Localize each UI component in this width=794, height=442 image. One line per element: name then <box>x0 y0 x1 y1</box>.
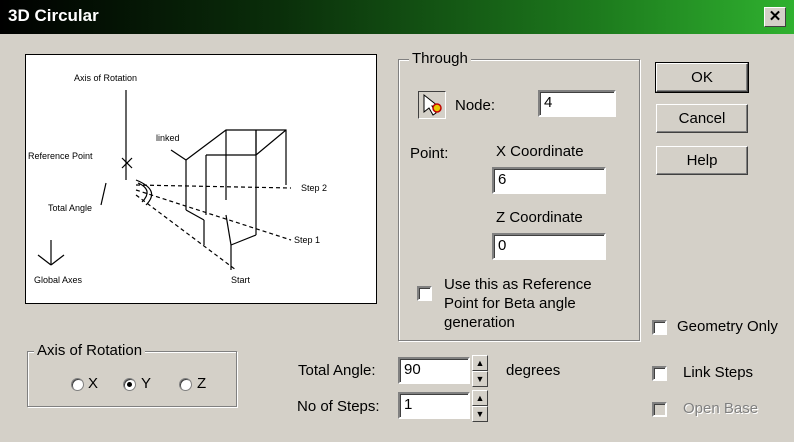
steps-spinner[interactable]: ▲ ▼ <box>472 390 488 422</box>
through-legend: Through <box>409 50 471 67</box>
diagram-label-axis: Axis of Rotation <box>74 73 138 83</box>
node-pick-icon[interactable] <box>418 91 446 119</box>
steps-input[interactable]: 1 <box>398 392 470 419</box>
axis-x-label: X <box>88 375 99 392</box>
diagram-label-step1: Step 1 <box>294 235 321 245</box>
link-steps-checkbox[interactable] <box>652 366 667 381</box>
rotation-diagram: Axis of Rotation linked Reference Point … <box>25 54 377 304</box>
diagram-label-global-axes: Global Axes <box>34 275 83 285</box>
x-coordinate-input[interactable]: 6 <box>492 167 606 194</box>
diagram-label-step2: Step 2 <box>301 183 328 193</box>
point-label: Point: <box>410 145 449 162</box>
total-angle-spinner[interactable]: ▲ ▼ <box>472 355 488 387</box>
cancel-button[interactable]: Cancel <box>656 104 748 133</box>
total-angle-input[interactable]: 90 <box>398 357 470 384</box>
node-label: Node: <box>455 97 496 114</box>
geometry-only-checkbox[interactable] <box>652 320 667 335</box>
x-coordinate-label: X Coordinate <box>496 143 584 160</box>
spin-up-icon[interactable]: ▲ <box>472 390 488 406</box>
geometry-only-label: Geometry Only <box>677 318 778 335</box>
diagram-label-linked: linked <box>156 133 180 143</box>
axis-y-label: Y <box>141 375 152 392</box>
diagram-drawing <box>37 90 292 271</box>
axis-z-label: Z <box>197 375 207 392</box>
axis-legend: Axis of Rotation <box>34 342 146 359</box>
reference-check-label-3: generation <box>444 314 515 331</box>
axis-y-radio[interactable] <box>123 378 136 391</box>
diagram-label-start: Start <box>231 275 251 285</box>
diagram-label-reference: Reference Point <box>28 151 93 161</box>
open-base-label: Open Base <box>683 400 759 417</box>
steps-label: No of Steps: <box>297 398 380 415</box>
degrees-label: degrees <box>506 362 561 379</box>
reference-point-checkbox[interactable] <box>417 286 432 301</box>
axis-x-radio[interactable] <box>71 378 84 391</box>
title-bar: 3D Circular ✕ <box>0 0 794 34</box>
total-angle-label: Total Angle: <box>298 362 376 379</box>
z-coordinate-input[interactable]: 0 <box>492 233 606 260</box>
window-title: 3D Circular <box>8 6 99 25</box>
node-input[interactable]: 4 <box>538 90 616 117</box>
ok-button[interactable]: OK <box>655 62 749 93</box>
reference-check-label-1: Use this as Reference <box>444 276 592 293</box>
spin-down-icon[interactable]: ▼ <box>472 406 488 422</box>
help-button[interactable]: Help <box>656 146 748 175</box>
z-coordinate-label: Z Coordinate <box>496 209 583 226</box>
axis-z-radio[interactable] <box>179 378 192 391</box>
diagram-label-total-angle: Total Angle <box>48 203 93 213</box>
close-icon[interactable]: ✕ <box>764 7 786 27</box>
axis-y-selected-dot <box>127 382 132 387</box>
spin-up-icon[interactable]: ▲ <box>472 355 488 371</box>
reference-check-label-2: Point for Beta angle <box>444 295 576 312</box>
link-steps-label: Link Steps <box>683 364 754 381</box>
open-base-checkbox <box>652 402 667 417</box>
spin-down-icon[interactable]: ▼ <box>472 371 488 387</box>
